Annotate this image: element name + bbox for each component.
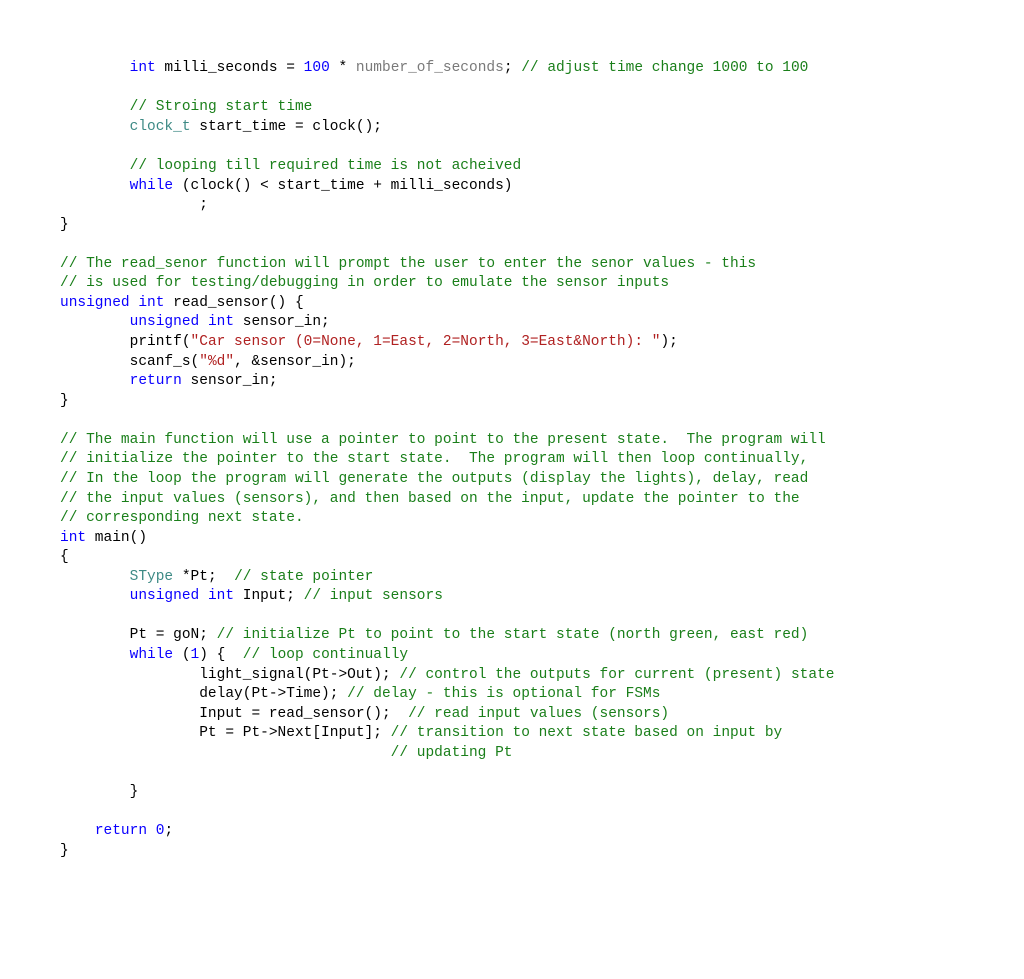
code-line: // corresponding next state. <box>60 510 304 526</box>
code-line: scanf_s("%d", &sensor_in); <box>60 354 356 370</box>
code-line: clock_t start_time = clock(); <box>60 119 382 135</box>
code-line: unsigned int sensor_in; <box>60 314 330 330</box>
code-line: SType *Pt; // state pointer <box>60 569 373 585</box>
code-line: printf("Car sensor (0=None, 1=East, 2=No… <box>60 334 678 350</box>
code-block: int milli_seconds = 100 * number_of_seco… <box>60 59 1024 861</box>
code-line: while (clock() < start_time + milli_seco… <box>60 178 513 194</box>
code-line: while (1) { // loop continually <box>60 647 408 663</box>
code-line: // The main function will use a pointer … <box>60 432 826 448</box>
code-line: // updating Pt <box>60 745 512 761</box>
code-line: unsigned int read_sensor() { <box>60 295 304 311</box>
code-line: return sensor_in; <box>60 373 278 389</box>
code-line: int milli_seconds = 100 * number_of_seco… <box>60 60 808 76</box>
code-line: } <box>60 784 138 800</box>
code-line: // initialize the pointer to the start s… <box>60 451 808 467</box>
code-line: // looping till required time is not ach… <box>60 158 521 174</box>
code-line: Pt = goN; // initialize Pt to point to t… <box>60 627 808 643</box>
code-line: // Stroing start time <box>60 99 312 115</box>
code-line: // In the loop the program will generate… <box>60 471 808 487</box>
code-line: ; <box>60 197 208 213</box>
code-line: // The read_senor function will prompt t… <box>60 256 756 272</box>
code-line: Input = read_sensor(); // read input val… <box>60 706 669 722</box>
code-line: { <box>60 549 69 565</box>
code-line: delay(Pt->Time); // delay - this is opti… <box>60 686 660 702</box>
code-line: Pt = Pt->Next[Input]; // transition to n… <box>60 725 782 741</box>
code-line: } <box>60 217 69 233</box>
code-line: light_signal(Pt->Out); // control the ou… <box>60 667 834 683</box>
code-line: } <box>60 843 69 859</box>
code-line: // the input values (sensors), and then … <box>60 491 800 507</box>
code-line: // is used for testing/debugging in orde… <box>60 275 669 291</box>
code-line: return 0; <box>60 823 173 839</box>
code-line: unsigned int Input; // input sensors <box>60 588 443 604</box>
code-line: } <box>60 393 69 409</box>
code-line: int main() <box>60 530 147 546</box>
